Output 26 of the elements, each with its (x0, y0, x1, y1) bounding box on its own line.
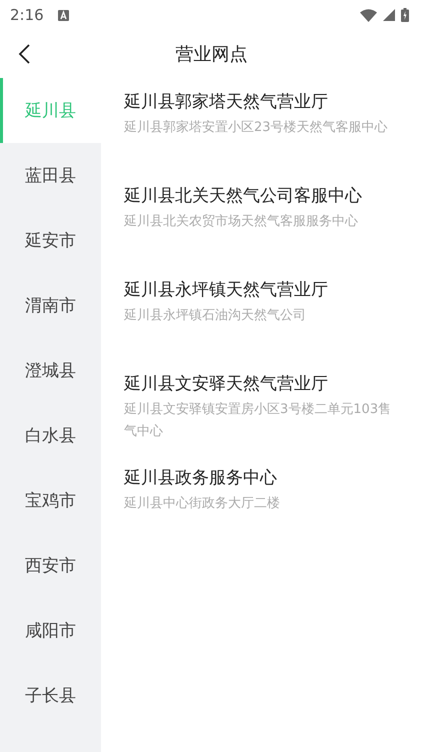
signal-icon (383, 9, 395, 21)
office-name: 延川县郭家塔天然气营业厅 (124, 91, 329, 114)
sidebar-item[interactable]: 子长县 (0, 663, 101, 728)
office-address: 延川县永坪镇石油沟天然气公司 (124, 307, 307, 325)
battery-charging-icon (401, 8, 409, 22)
office-name: 延川县政务服务中心 (124, 467, 278, 490)
back-icon (18, 44, 30, 64)
office-address: 延川县郭家塔安置小区23号楼天然气客服中心 (124, 119, 389, 137)
sidebar-item[interactable]: 白水县 (0, 403, 101, 468)
wifi-icon (360, 8, 377, 22)
office-address: 延川县文安驿镇安置房小区3号楼二单元103售气中心 (124, 401, 392, 441)
page-title: 营业网点 (176, 43, 248, 66)
office-name: 延川县北关天然气公司客服中心 (124, 185, 363, 208)
notification-icon (58, 10, 69, 20)
office-address: 延川县北关农贸市场天然气客服服务中心 (124, 213, 359, 231)
office-address: 延川县中心街政务大厅二楼 (124, 495, 281, 513)
sidebar-item[interactable]: 西安市 (0, 533, 101, 598)
status-time: 2:16 (10, 6, 44, 24)
office-name: 延川县永坪镇天然气营业厅 (124, 279, 329, 302)
office-name: 延川县文安驿天然气营业厅 (124, 373, 329, 396)
sidebar-item[interactable]: 渭南市 (0, 273, 101, 338)
sidebar-item[interactable]: 澄城县 (0, 338, 101, 403)
sidebar-item[interactable]: 蓝田县 (0, 143, 101, 208)
sidebar-item[interactable]: 咸阳市 (0, 598, 101, 663)
sidebar-item[interactable]: 宝鸡市 (0, 468, 101, 533)
sidebar-item[interactable]: 延安市 (0, 208, 101, 273)
